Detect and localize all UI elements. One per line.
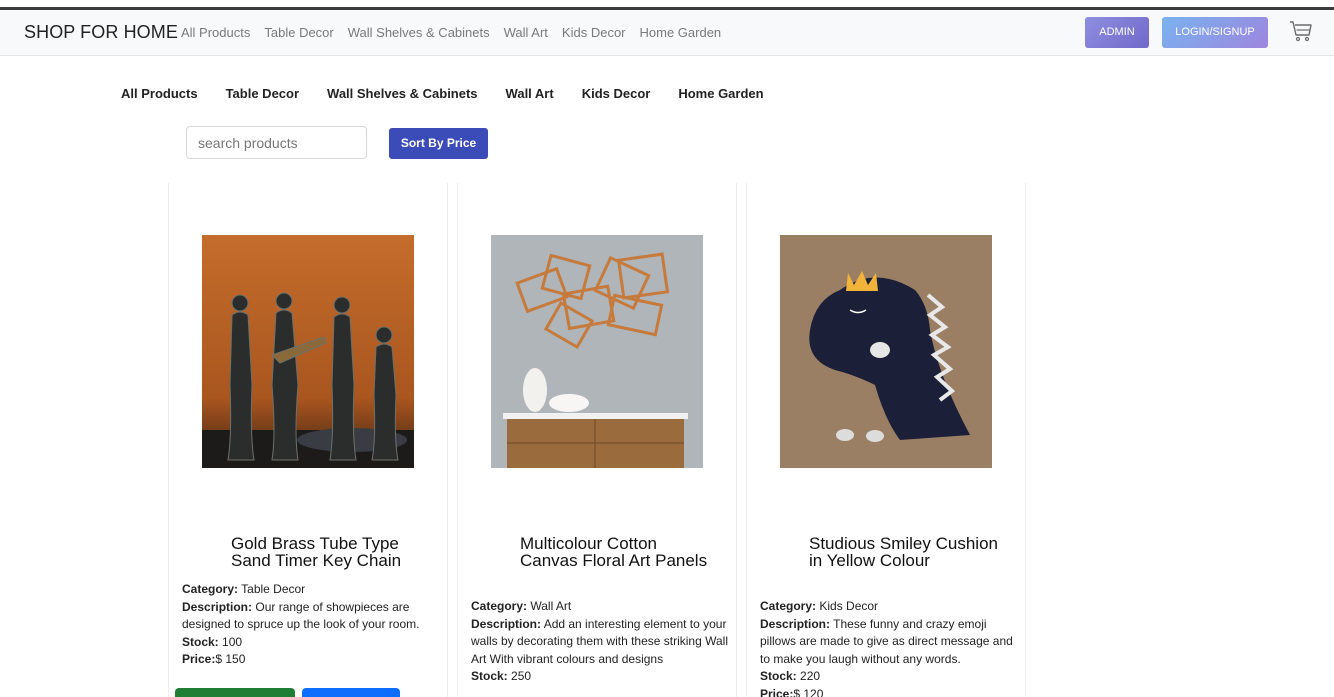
login-signup-button[interactable]: LOGIN/SIGNUP xyxy=(1162,17,1268,48)
category-tabs: All Products Table Decor Wall Shelves & … xyxy=(121,86,764,101)
description-label: Description: xyxy=(471,616,542,631)
category-label: Category: xyxy=(760,599,817,613)
product-title[interactable]: Multicolour Cotton Canvas Floral Art Pan… xyxy=(520,535,710,569)
price-label: Price: xyxy=(182,652,216,666)
search-input[interactable] xyxy=(186,126,367,159)
product-card: Multicolour Cotton Canvas Floral Art Pan… xyxy=(457,183,737,697)
nav-link-table-decor[interactable]: Table Decor xyxy=(264,25,333,40)
product-category: Wall Art xyxy=(530,599,572,613)
nav-link-kids-decor[interactable]: Kids Decor xyxy=(562,25,626,40)
category-tab-all-products[interactable]: All Products xyxy=(121,86,198,101)
product-details: Category: Table Decor Description: Our r… xyxy=(182,581,442,669)
cart-icon[interactable] xyxy=(1289,20,1313,42)
product-category: Kids Decor xyxy=(819,599,879,613)
category-tab-kids-decor[interactable]: Kids Decor xyxy=(582,86,651,101)
nav-link-all-products[interactable]: All Products xyxy=(181,25,250,40)
price-label: Price: xyxy=(760,686,794,697)
top-border xyxy=(0,0,1334,10)
brand-logo[interactable]: SHOP FOR HOME xyxy=(24,22,178,43)
category-tab-wall-art[interactable]: Wall Art xyxy=(506,86,554,101)
nav-link-home-garden[interactable]: Home Garden xyxy=(640,25,722,40)
product-price: $ 150 xyxy=(215,652,246,666)
product-image-musician-figurines[interactable] xyxy=(202,235,414,468)
product-image-dino-cushion[interactable] xyxy=(780,235,992,468)
sort-by-price-button[interactable]: Sort By Price xyxy=(389,128,488,159)
product-card: Gold Brass Tube Type Sand Timer Key Chai… xyxy=(168,183,448,697)
product-details: Category: Wall Art Description: Add an i… xyxy=(471,598,731,686)
product-category: Table Decor xyxy=(241,582,306,596)
category-tab-home-garden[interactable]: Home Garden xyxy=(678,86,763,101)
category-label: Category: xyxy=(182,582,239,596)
category-label: Category: xyxy=(471,599,528,613)
category-tab-wall-shelves[interactable]: Wall Shelves & Cabinets xyxy=(327,86,478,101)
nav-link-wall-shelves[interactable]: Wall Shelves & Cabinets xyxy=(348,25,490,40)
add-to-cart-button[interactable] xyxy=(175,688,295,697)
wishlist-button[interactable] xyxy=(302,688,400,697)
product-title[interactable]: Studious Smiley Cushion in Yellow Colour xyxy=(809,535,999,569)
product-stock: 250 xyxy=(511,669,532,683)
navbar: SHOP FOR HOME All Products Table Decor W… xyxy=(0,10,1334,56)
description-label: Description: xyxy=(760,616,831,631)
description-label: Description: xyxy=(182,599,253,614)
product-title[interactable]: Gold Brass Tube Type Sand Timer Key Chai… xyxy=(231,535,421,569)
stock-label: Stock: xyxy=(471,669,508,683)
nav-link-wall-art[interactable]: Wall Art xyxy=(504,25,548,40)
admin-button[interactable]: ADMIN xyxy=(1085,17,1149,48)
nav-links: All Products Table Decor Wall Shelves & … xyxy=(181,25,721,40)
stock-label: Stock: xyxy=(182,634,219,649)
category-tab-table-decor[interactable]: Table Decor xyxy=(226,86,299,101)
stock-label: Stock: xyxy=(760,669,797,683)
product-stock: 100 xyxy=(222,634,243,649)
product-image-art-panels[interactable] xyxy=(491,235,703,468)
product-details: Category: Kids Decor Description: These … xyxy=(760,598,1020,697)
product-price: $ 120 xyxy=(793,686,824,697)
product-card: Studious Smiley Cushion in Yellow Colour… xyxy=(746,183,1026,697)
product-stock: 220 xyxy=(800,669,821,683)
